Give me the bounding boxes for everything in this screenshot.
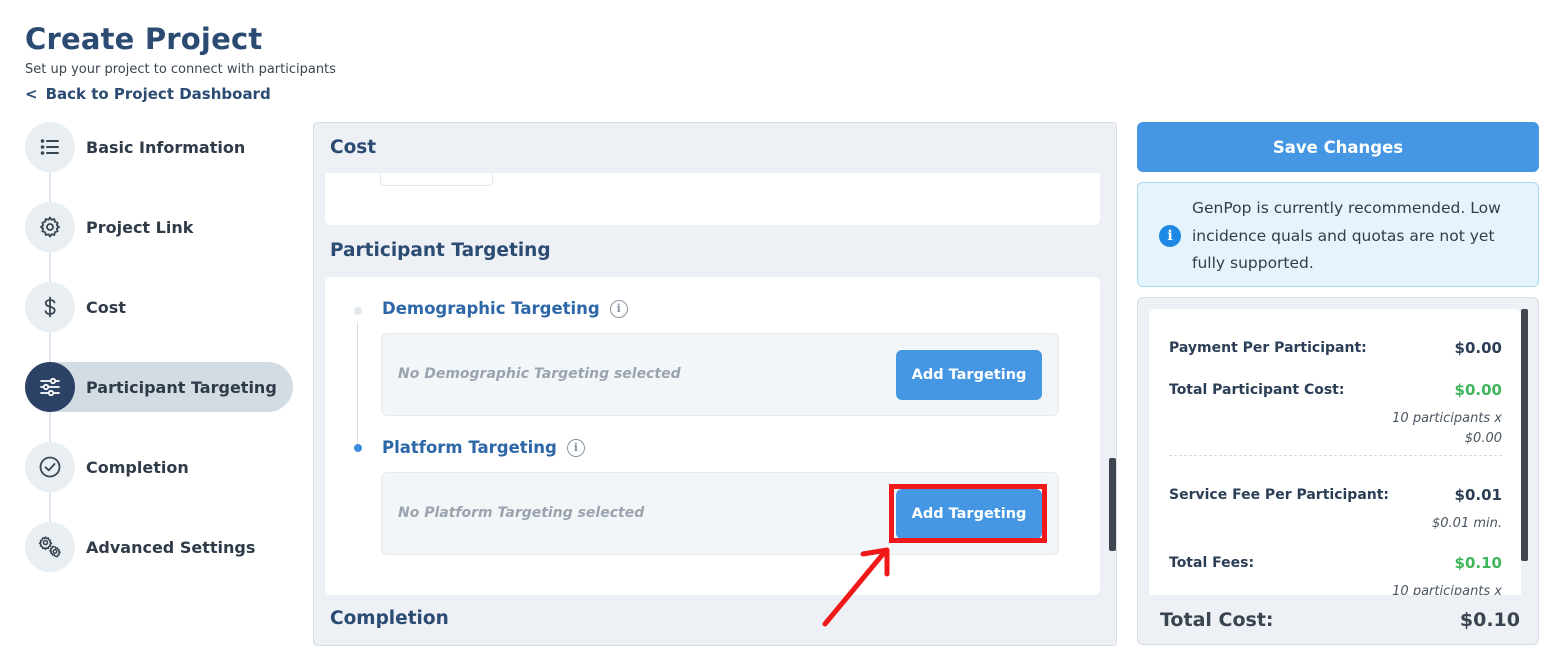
summary-label: Service Fee Per Participant: xyxy=(1169,487,1390,503)
payment-per-participant-row: Payment Per Participant: $0.00 xyxy=(1169,339,1502,357)
cost-summary-panel: Payment Per Participant: $0.00 Total Par… xyxy=(1137,297,1539,645)
summary-note: $0.01 min. xyxy=(1432,516,1502,531)
page-header: Create Project Set up your project to co… xyxy=(25,22,336,103)
summary-note: 10 participants x xyxy=(1392,584,1502,595)
demographic-targeting-title: Demographic Targeting xyxy=(382,299,600,318)
panel-scrollbar[interactable] xyxy=(1109,458,1116,551)
completion-section-title: Completion xyxy=(330,608,449,629)
info-icon[interactable]: i xyxy=(566,438,585,457)
total-cost-value: $0.10 xyxy=(1459,609,1520,631)
participant-targeting-card: Demographic Targeting i No Demographic T… xyxy=(325,277,1100,595)
step-basic-information[interactable]: Basic Information xyxy=(25,122,293,172)
step-completion[interactable]: Completion xyxy=(25,442,293,492)
step-advanced-settings[interactable]: Advanced Settings xyxy=(25,522,293,572)
gears-icon xyxy=(25,522,75,572)
step-label: Completion xyxy=(86,457,189,477)
platform-targeting-title: Platform Targeting xyxy=(382,438,557,457)
step-cost[interactable]: Cost xyxy=(25,282,293,332)
gear-icon xyxy=(25,202,75,252)
divider xyxy=(1169,455,1502,456)
genpop-notice: i GenPop is currently recommended. Low i… xyxy=(1137,182,1539,287)
step-label: Participant Targeting xyxy=(86,377,277,397)
summary-label: Total Fees: xyxy=(1169,555,1255,571)
save-changes-button[interactable]: Save Changes xyxy=(1137,122,1539,172)
platform-targeting-heading: Platform Targeting i xyxy=(382,438,585,457)
timeline-line xyxy=(357,322,358,444)
page-title: Create Project xyxy=(25,22,263,56)
add-demographic-targeting-button[interactable]: Add Targeting xyxy=(896,350,1042,400)
summary-note: 10 participants x $0.00 xyxy=(1392,409,1502,449)
step-project-link[interactable]: Project Link xyxy=(25,202,293,252)
demographic-empty-text: No Demographic Targeting selected xyxy=(398,366,681,382)
summary-value: $0.00 xyxy=(1454,339,1502,357)
timeline-dot xyxy=(354,307,362,315)
timeline-dot-active xyxy=(354,444,362,452)
chevron-left-icon: < xyxy=(25,85,38,103)
step-label: Project Link xyxy=(86,217,194,237)
total-fees-row: Total Fees: $0.10 xyxy=(1169,554,1502,572)
demographic-targeting-box: No Demographic Targeting selected Add Ta… xyxy=(381,333,1059,416)
cost-summary-list[interactable]: Payment Per Participant: $0.00 Total Par… xyxy=(1149,309,1521,595)
back-link-label: Back to Project Dashboard xyxy=(45,85,271,103)
dollar-icon xyxy=(25,282,75,332)
platform-targeting-box: No Platform Targeting selected Add Targe… xyxy=(381,472,1059,555)
step-participant-targeting[interactable]: Participant Targeting xyxy=(25,362,293,412)
add-platform-targeting-button[interactable]: Add Targeting xyxy=(896,489,1042,539)
cost-input[interactable] xyxy=(380,173,493,186)
total-cost-label: Total Cost: xyxy=(1160,609,1274,631)
total-participant-cost-row: Total Participant Cost: $0.00 xyxy=(1169,381,1502,399)
participant-targeting-section-title: Participant Targeting xyxy=(330,240,551,261)
cost-card xyxy=(325,173,1100,225)
service-fee-row: Service Fee Per Participant: $0.01 xyxy=(1169,486,1502,504)
step-label: Basic Information xyxy=(86,137,246,157)
sliders-icon xyxy=(25,362,75,412)
platform-empty-text: No Platform Targeting selected xyxy=(398,505,645,521)
summary-value: $0.01 xyxy=(1454,486,1502,504)
back-to-dashboard-link[interactable]: < Back to Project Dashboard xyxy=(25,85,336,103)
summary-value: $0.10 xyxy=(1454,554,1502,572)
summary-label: Payment Per Participant: xyxy=(1169,340,1367,356)
info-icon[interactable]: i xyxy=(609,299,628,318)
summary-value: $0.00 xyxy=(1454,381,1502,399)
note-line: 10 participants x xyxy=(1392,411,1502,426)
total-cost-row: Total Cost: $0.10 xyxy=(1160,609,1520,631)
info-icon: i xyxy=(1159,225,1181,247)
form-panel[interactable]: Cost Participant Targeting Demographic T… xyxy=(313,122,1117,646)
demographic-targeting-heading: Demographic Targeting i xyxy=(382,299,628,318)
summary-scrollbar[interactable] xyxy=(1521,309,1528,561)
annotation-arrow-icon xyxy=(822,547,890,627)
cost-section-title: Cost xyxy=(330,137,377,158)
notice-text: GenPop is currently recommended. Low inc… xyxy=(1192,199,1501,272)
list-icon xyxy=(25,122,75,172)
step-label: Advanced Settings xyxy=(86,537,256,557)
check-circle-icon xyxy=(25,442,75,492)
step-label: Cost xyxy=(86,297,126,317)
note-line: $0.00 xyxy=(1464,431,1502,446)
summary-label: Total Participant Cost: xyxy=(1169,382,1345,398)
page-subtitle: Set up your project to connect with part… xyxy=(25,62,336,77)
